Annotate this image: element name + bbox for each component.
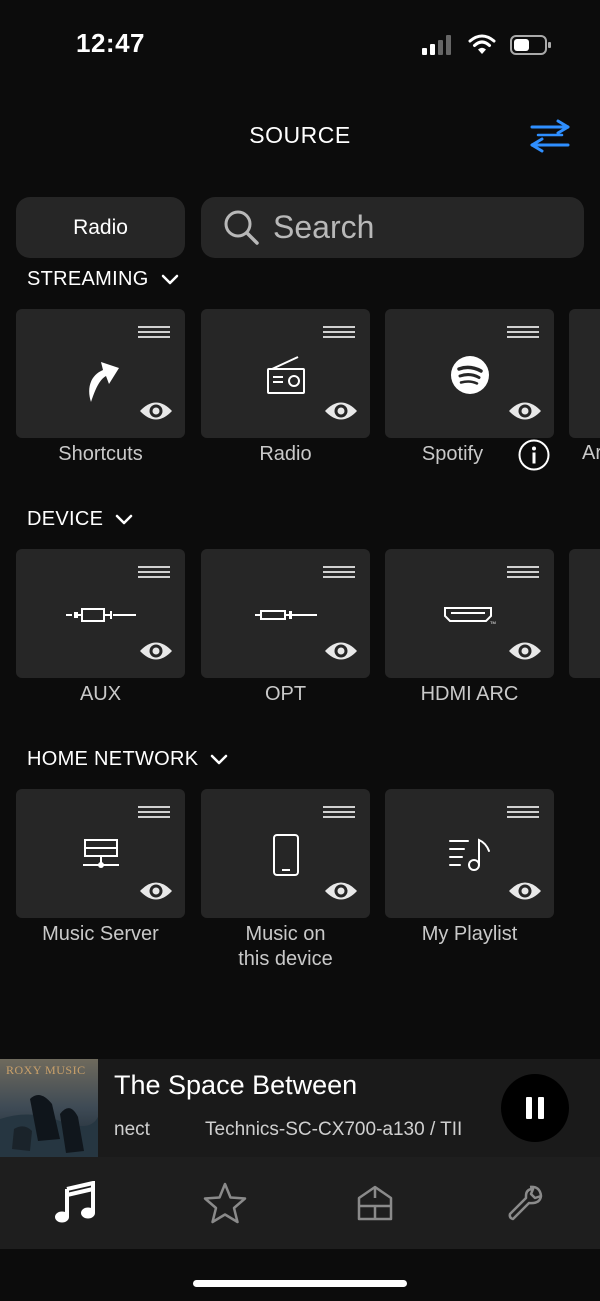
tab-favorites[interactable]: [150, 1157, 300, 1249]
tab-settings[interactable]: [450, 1157, 600, 1249]
spotify-icon: [450, 356, 489, 394]
section-title: DEVICE: [27, 508, 104, 530]
cellular-signal-icon: [422, 35, 451, 55]
visibility-eye-icon[interactable]: [139, 640, 173, 662]
pause-button[interactable]: [501, 1074, 569, 1142]
radio-icon: [266, 356, 305, 394]
phone-icon: [272, 834, 299, 876]
svg-text:TM: TM: [490, 620, 496, 625]
source-tile-radio[interactable]: [201, 309, 370, 438]
tile-label-music-server: Music Server: [42, 923, 159, 945]
visibility-eye-icon[interactable]: [508, 880, 542, 902]
aux-cable-icon: [65, 608, 136, 622]
tile-label-opt: OPT: [264, 683, 307, 705]
drag-handle-icon[interactable]: [323, 566, 355, 578]
visibility-eye-icon[interactable]: [324, 880, 358, 902]
source-tile-spotify[interactable]: [385, 309, 554, 438]
drag-handle-icon[interactable]: [507, 326, 539, 338]
music-server-icon: [82, 839, 119, 868]
info-button[interactable]: [518, 439, 550, 471]
source-tile-music-server[interactable]: [16, 789, 185, 918]
wrench-icon: [508, 1185, 543, 1221]
drag-handle-icon[interactable]: [507, 566, 539, 578]
hdmi-icon: TM: [443, 607, 496, 625]
home-icon: [357, 1185, 393, 1221]
drag-handle-icon[interactable]: [323, 806, 355, 818]
tile-label-partial: Ar: [582, 442, 600, 464]
wifi-icon: [468, 34, 496, 54]
radio-filter-button[interactable]: Radio: [16, 197, 185, 258]
chevron-down-icon: [211, 754, 228, 764]
page-title: SOURCE: [249, 122, 351, 148]
section-header-home-network[interactable]: HOME NETWORK: [27, 748, 228, 771]
section-title: STREAMING: [27, 268, 149, 290]
search-input[interactable]: Search: [201, 197, 584, 258]
source-tile-partial[interactable]: [569, 549, 600, 678]
visibility-eye-icon[interactable]: [324, 400, 358, 422]
search-icon: [224, 210, 259, 245]
source-tile-opt[interactable]: [201, 549, 370, 678]
visibility-eye-icon[interactable]: [508, 640, 542, 662]
visibility-eye-icon[interactable]: [139, 880, 173, 902]
source-tile-hdmi-arc[interactable]: TM: [385, 549, 554, 678]
tile-label-shortcuts: Shortcuts: [58, 443, 143, 465]
playlist-icon: [448, 838, 490, 871]
tile-label-line: this device: [238, 948, 333, 970]
source-tile-my-playlist[interactable]: [385, 789, 554, 918]
swap-arrows-icon: [530, 119, 570, 153]
tile-label-hdmi-arc: HDMI ARC: [420, 683, 519, 705]
shortcut-arrow-icon: [88, 362, 119, 402]
source-tile-aux[interactable]: [16, 549, 185, 678]
battery-icon: [510, 35, 551, 55]
drag-handle-icon[interactable]: [507, 806, 539, 818]
tile-label-radio: Radio: [259, 443, 312, 465]
visibility-eye-icon[interactable]: [139, 400, 173, 422]
album-art[interactable]: ROXY MUSIC: [0, 1059, 98, 1157]
optical-cable-icon: [254, 610, 317, 620]
tab-home[interactable]: [300, 1157, 450, 1249]
music-note-icon: [55, 1181, 95, 1223]
status-time: 12:47: [76, 28, 145, 58]
section-header-streaming[interactable]: STREAMING: [27, 268, 179, 291]
tile-label-my-playlist: My Playlist: [421, 923, 518, 945]
now-playing-source: nect: [114, 1119, 150, 1140]
now-playing-title: The Space Between: [114, 1070, 358, 1100]
tile-label-line: Music on: [245, 923, 326, 945]
drag-handle-icon[interactable]: [138, 566, 170, 578]
drag-handle-icon[interactable]: [138, 806, 170, 818]
album-art-text: ROXY MUSIC: [6, 1063, 86, 1077]
pause-icon: [526, 1097, 544, 1119]
tab-music[interactable]: [0, 1157, 150, 1249]
visibility-eye-icon[interactable]: [508, 400, 542, 422]
search-placeholder: Search: [273, 209, 375, 245]
chevron-down-icon: [161, 274, 178, 284]
section-header-device[interactable]: DEVICE: [27, 508, 133, 531]
star-icon: [203, 1182, 247, 1224]
drag-handle-icon[interactable]: [138, 326, 170, 338]
chevron-down-icon: [116, 514, 133, 524]
source-tile-shortcuts[interactable]: [16, 309, 185, 438]
now-playing-device: Technics-SC-CX700-a130 / TII: [205, 1119, 463, 1140]
visibility-eye-icon[interactable]: [324, 640, 358, 662]
tile-label-music-on-device: Music on this device: [201, 922, 370, 972]
info-icon: [518, 439, 550, 471]
tile-label-aux: AUX: [79, 683, 122, 705]
status-icons: [422, 32, 552, 58]
tile-label-spotify: Spotify: [421, 443, 484, 465]
section-title: HOME NETWORK: [27, 748, 199, 770]
source-tile-music-on-device[interactable]: [201, 789, 370, 918]
drag-handle-icon[interactable]: [323, 326, 355, 338]
source-tile-partial[interactable]: [569, 309, 600, 438]
home-indicator[interactable]: [193, 1280, 407, 1287]
switch-source-button[interactable]: [528, 117, 572, 155]
